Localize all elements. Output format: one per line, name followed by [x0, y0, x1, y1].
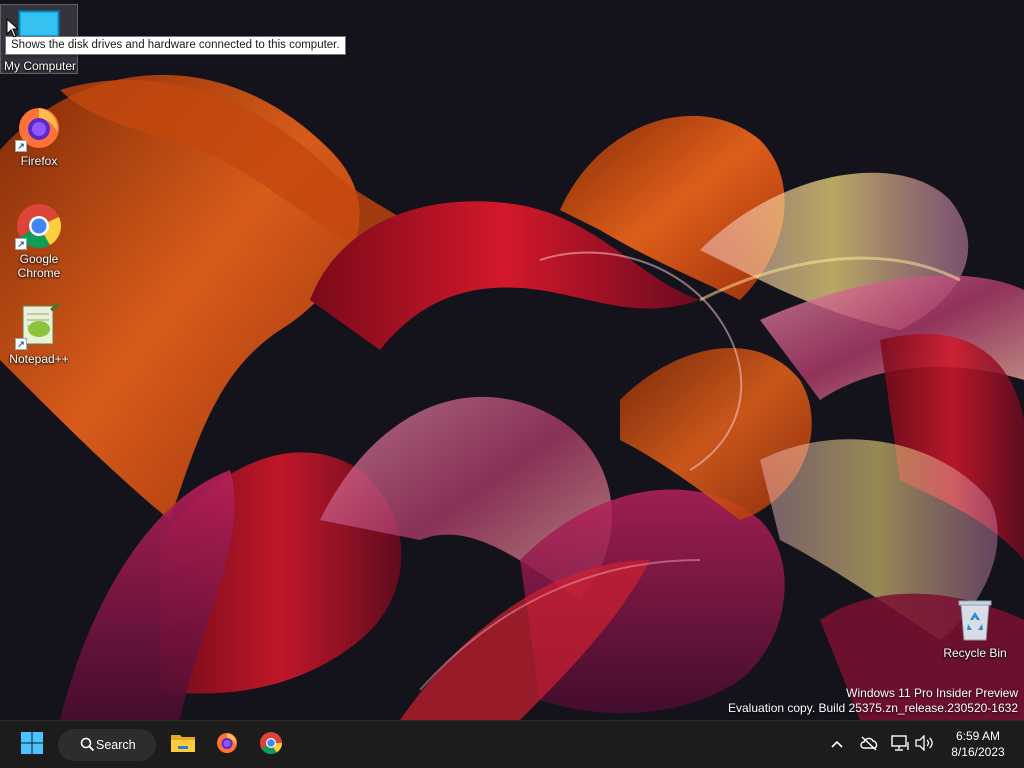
search-label: Search: [96, 738, 136, 752]
chevron-up-icon: [830, 736, 844, 754]
firefox-icon: [215, 731, 239, 760]
taskbar-clock[interactable]: 6:59 AM 8/16/2023: [942, 728, 1014, 760]
desktop-icon-label: Notepad++: [9, 352, 69, 366]
tooltip: Shows the disk drives and hardware conne…: [5, 36, 346, 55]
desktop-icon-recycle-bin[interactable]: Recycle Bin: [937, 596, 1013, 660]
desktop-icon-label: Recycle Bin: [943, 646, 1007, 660]
taskbar-file-explorer[interactable]: [165, 727, 201, 763]
desktop-icon-label: Firefox: [20, 154, 58, 168]
shortcut-arrow-icon: ↗: [15, 338, 27, 350]
network-icon: [890, 734, 910, 757]
recycle-bin-icon: [951, 596, 999, 644]
start-button[interactable]: [14, 727, 50, 763]
watermark-line-edition: Windows 11 Pro Insider Preview: [846, 686, 1018, 700]
folder-icon: [170, 732, 196, 759]
taskbar-google-chrome[interactable]: [253, 727, 289, 763]
windows-logo-icon: [20, 731, 44, 760]
firefox-icon: ↗: [15, 104, 63, 152]
show-hidden-icons-button[interactable]: [825, 733, 849, 757]
clock-date: 8/16/2023: [951, 745, 1005, 759]
taskbar-firefox[interactable]: [209, 727, 245, 763]
watermark-line-build: Evaluation copy. Build 25375.zn_release.…: [728, 701, 1018, 715]
cloud-offline-icon: [859, 735, 879, 756]
desktop[interactable]: My Computer Shows the disk drives and ha…: [0, 0, 1024, 720]
notepadpp-icon: ↗: [15, 302, 63, 350]
volume-button[interactable]: [912, 733, 936, 757]
desktop-icon-label: My Computer: [3, 59, 77, 73]
chrome-icon: [259, 731, 283, 760]
network-button[interactable]: [888, 733, 912, 757]
volume-icon: [914, 733, 934, 756]
desktop-icon-notepadpp[interactable]: ↗ Notepad++: [1, 302, 77, 366]
desktop-icon-firefox[interactable]: ↗ Firefox: [1, 104, 77, 168]
search-icon: [80, 737, 95, 755]
onedrive-status-button[interactable]: [857, 733, 881, 757]
chrome-icon: ↗: [15, 202, 63, 250]
desktop-icon-google-chrome[interactable]: ↗ Google Chrome: [1, 202, 77, 280]
shortcut-arrow-icon: ↗: [15, 140, 27, 152]
desktop-icon-label: Google Chrome: [17, 252, 61, 280]
mouse-cursor-icon: [6, 17, 20, 43]
taskbar: Search 6:59 AM 8/16/2023: [0, 720, 1024, 768]
clock-time: 6:59 AM: [955, 729, 1001, 743]
wallpaper: [0, 0, 1024, 720]
taskbar-search-button[interactable]: Search: [58, 729, 156, 761]
shortcut-arrow-icon: ↗: [15, 238, 27, 250]
windows-watermark: Windows 11 Pro Insider Preview Evaluatio…: [728, 686, 1018, 716]
